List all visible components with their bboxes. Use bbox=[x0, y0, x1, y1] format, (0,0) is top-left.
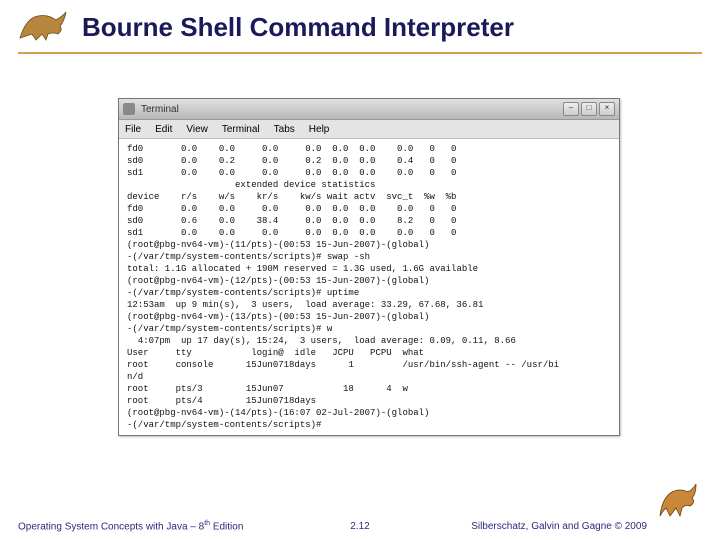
slide-footer: Operating System Concepts with Java – 8t… bbox=[18, 520, 702, 532]
dinosaur-icon bbox=[656, 482, 698, 520]
menu-help[interactable]: Help bbox=[309, 124, 330, 135]
terminal-window: Terminal – □ × File Edit View Terminal T… bbox=[118, 98, 620, 436]
footer-left: Operating System Concepts with Java – 8t… bbox=[18, 520, 243, 532]
window-app-icon bbox=[123, 103, 135, 115]
minimize-button[interactable]: – bbox=[563, 102, 579, 116]
terminal-output: fd0 0.0 0.0 0.0 0.0 0.0 0.0 0.0 0 0 sd0 … bbox=[119, 139, 619, 435]
menu-tabs[interactable]: Tabs bbox=[274, 124, 295, 135]
footer-book-title: Operating System Concepts with Java – 8 bbox=[18, 521, 204, 532]
menu-view[interactable]: View bbox=[186, 124, 208, 135]
footer-page-number: 2.12 bbox=[350, 521, 369, 532]
slide-title: Bourne Shell Command Interpreter bbox=[82, 12, 514, 43]
terminal-titlebar: Terminal – □ × bbox=[119, 99, 619, 120]
close-button[interactable]: × bbox=[599, 102, 615, 116]
maximize-button[interactable]: □ bbox=[581, 102, 597, 116]
footer-copyright: Silberschatz, Galvin and Gagne © 2009 bbox=[471, 521, 647, 532]
menu-terminal[interactable]: Terminal bbox=[222, 124, 260, 135]
menu-file[interactable]: File bbox=[125, 124, 141, 135]
menu-edit[interactable]: Edit bbox=[155, 124, 172, 135]
terminal-menubar: File Edit View Terminal Tabs Help bbox=[119, 120, 619, 139]
footer-edition: Edition bbox=[210, 521, 243, 532]
dinosaur-icon bbox=[18, 8, 68, 43]
title-divider bbox=[18, 52, 702, 54]
window-title: Terminal bbox=[141, 104, 179, 115]
